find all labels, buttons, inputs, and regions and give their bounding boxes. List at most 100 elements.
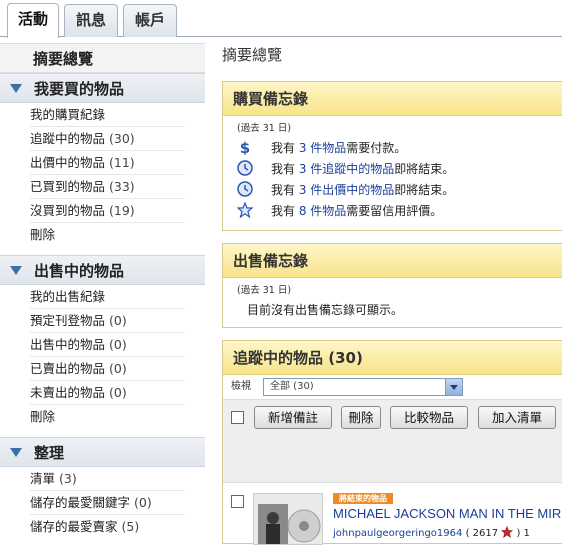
clock-icon — [237, 160, 253, 176]
item-checkbox[interactable] — [231, 495, 244, 508]
reminder-text-post: 需要付款。 — [346, 141, 407, 155]
sidebar-item-count: (33) — [109, 179, 135, 194]
sidebar-item-bidding[interactable]: 出價中的物品 (11) — [30, 151, 185, 175]
sidebar-item-lists[interactable]: 清單 (3) — [30, 467, 185, 491]
sidebar-item-label: 我的購買紀錄 — [30, 107, 106, 122]
sidebar-item-count: (0) — [134, 495, 152, 510]
filter-label: 檢視 — [231, 381, 251, 392]
sidebar-item-count: (0) — [109, 385, 127, 400]
empty-message: 目前沒有出售備忘錄可顯示。 — [247, 303, 404, 317]
reminder-link-bidding[interactable]: 3 件出價中的物品 — [299, 183, 394, 197]
buy-reminders-title: 購買備忘錄 — [223, 82, 562, 116]
watching-toolbar: 新增備註 刪除 比較物品 加入清單 — [223, 399, 562, 433]
sidebar-item-lost[interactable]: 沒買到的物品 (19) — [30, 199, 185, 223]
sidebar-item-label: 已買到的物品 — [30, 179, 106, 194]
sidebar-item-scheduled[interactable]: 預定刊登物品 (0) — [30, 309, 185, 333]
filter-bar: 檢視 全部 (30) — [223, 375, 562, 399]
sidebar-item-count: (0) — [109, 361, 127, 376]
filter-select-value: 全部 (30) — [270, 381, 314, 392]
sidebar-section-buying[interactable]: 我要買的物品 — [0, 73, 205, 103]
tab-messages[interactable]: 訊息 — [64, 4, 118, 37]
column-header-area — [223, 433, 562, 483]
sell-reminders-body: (過去 31 日) 目前沒有出售備忘錄可顯示。 — [223, 278, 562, 327]
sidebar-item-active-selling[interactable]: 出售中的物品 (0) — [30, 333, 185, 357]
tab-account[interactable]: 帳戶 — [123, 4, 177, 37]
delete-button[interactable]: 刪除 — [341, 406, 381, 429]
sidebar-item-deleted-buying[interactable]: 刪除 — [30, 223, 185, 247]
item-thumbnail[interactable] — [253, 493, 323, 545]
sidebar-item-saved-searches[interactable]: 儲存的最愛關鍵字 (0) — [30, 491, 185, 515]
sidebar-item-sold[interactable]: 已賣出的物品 (0) — [30, 357, 185, 381]
dropdown-arrow-icon[interactable] — [445, 379, 462, 395]
sidebar-item-label: 預定刊登物品 — [30, 313, 106, 328]
add-note-button[interactable]: 新增備註 — [254, 406, 332, 429]
sidebar-summary-link[interactable]: 摘要總覽 — [0, 43, 205, 73]
sidebar-section-organize[interactable]: 整理 — [0, 437, 205, 467]
reminder-text-pre: 我有 — [271, 204, 299, 218]
sidebar-item-unsold[interactable]: 未賣出的物品 (0) — [30, 381, 185, 405]
watching-count: (30) — [328, 349, 363, 367]
sidebar-item-label: 刪除 — [30, 409, 56, 424]
seller-link[interactable]: johnpaulgeorgeringo1964 — [333, 528, 462, 539]
feedback-score: ( 2617 — [465, 528, 499, 539]
collapse-triangle-icon — [10, 84, 22, 93]
compare-button[interactable]: 比較物品 — [390, 406, 468, 429]
sidebar: 摘要總覽 我要買的物品 我的購買紀錄 追蹤中的物品 (30) 出價中的物品 (1… — [0, 43, 205, 545]
sidebar-section-title: 整理 — [34, 444, 65, 462]
sidebar-item-purchase-history[interactable]: 我的購買紀錄 — [30, 103, 185, 127]
sidebar-item-label: 儲存的最愛關鍵字 — [30, 495, 131, 510]
reminder-text-post: 需要留信用評價。 — [346, 204, 443, 218]
sidebar-item-count: (3) — [59, 471, 77, 486]
sidebar-item-label: 已賣出的物品 — [30, 361, 106, 376]
buy-reminders-body: (過去 31 日) $ 我有 3 件物品需要付款。 我有 3 件追蹤中的物品即將結… — [223, 116, 562, 230]
sidebar-item-count: (5) — [121, 519, 140, 534]
page-title: 摘要總覽 — [222, 46, 283, 64]
item-title-link[interactable]: MICHAEL JACKSON MAN IN THE MIRROR — [333, 506, 562, 521]
watching-header: 追蹤中的物品 (30) — [223, 341, 562, 375]
sidebar-item-sales-history[interactable]: 我的出售紀錄 — [30, 285, 185, 309]
list-item: 將結束的物品 MICHAEL JACKSON MAN IN THE MIRROR… — [223, 483, 562, 545]
sidebar-item-saved-sellers[interactable]: 儲存的最愛賣家 (5) — [30, 515, 185, 539]
reminder-text-pre: 我有 — [271, 141, 299, 155]
record-image-icon — [254, 494, 322, 544]
reminder-text-pre: 我有 — [271, 183, 299, 197]
sidebar-item-label: 儲存的最愛賣家 — [30, 519, 118, 534]
svg-text:$: $ — [240, 139, 250, 155]
sidebar-item-label: 未賣出的物品 — [30, 385, 106, 400]
sidebar-item-deleted-selling[interactable]: 刪除 — [30, 405, 185, 429]
reminder-link-watching[interactable]: 3 件追蹤中的物品 — [299, 162, 394, 176]
main-content: 摘要總覽 購買備忘錄 (過去 31 日) $ 我有 3 件物品需要付款。 我有 3… — [222, 43, 562, 545]
sidebar-item-count: (19) — [109, 203, 135, 218]
tab-activity[interactable]: 活動 — [7, 3, 59, 38]
reminder-text-pre: 我有 — [271, 162, 299, 176]
filter-select[interactable]: 全部 (30) — [263, 378, 463, 396]
sidebar-item-count: (11) — [109, 155, 135, 170]
seller-info: johnpaulgeorgeringo1964 ( 2617 ) 1 — [333, 525, 530, 539]
reminder-link-feedback[interactable]: 8 件物品 — [299, 204, 346, 218]
reminder-text-post: 即將結束。 — [394, 183, 455, 197]
collapse-triangle-icon — [10, 266, 22, 275]
star-icon — [237, 202, 253, 218]
add-to-list-button[interactable]: 加入清單 — [478, 406, 556, 429]
sidebar-item-label: 出售中的物品 — [30, 337, 106, 352]
period-label: (過去 31 日) — [237, 285, 292, 296]
sidebar-section-title: 我要買的物品 — [34, 80, 125, 98]
dollar-icon: $ — [240, 139, 250, 155]
sidebar-section-selling[interactable]: 出售中的物品 — [0, 255, 205, 285]
sidebar-item-label: 沒買到的物品 — [30, 203, 106, 218]
clock-icon — [237, 181, 253, 197]
reminder-row-payment: $ 我有 3 件物品需要付款。 — [237, 138, 552, 159]
sidebar-item-won[interactable]: 已買到的物品 (33) — [30, 175, 185, 199]
sidebar-section-title: 出售中的物品 — [34, 262, 125, 280]
sidebar-item-label: 我的出售紀錄 — [30, 289, 106, 304]
feedback-star-icon — [501, 525, 514, 538]
ending-soon-badge: 將結束的物品 — [333, 493, 393, 504]
watching-title: 追蹤中的物品 — [233, 349, 324, 367]
watching-panel: 追蹤中的物品 (30) 檢視 全部 (30) 新增備註 刪除 比較物品 加入清單 — [222, 340, 562, 545]
sidebar-item-count: (0) — [109, 337, 127, 352]
tab-bar: 活動 訊息 帳戶 — [0, 0, 562, 38]
reminder-link-payment[interactable]: 3 件物品 — [299, 141, 346, 155]
sidebar-item-watching[interactable]: 追蹤中的物品 (30) — [30, 127, 185, 151]
select-all-checkbox[interactable] — [231, 411, 244, 424]
sidebar-item-count: (30) — [109, 131, 135, 146]
